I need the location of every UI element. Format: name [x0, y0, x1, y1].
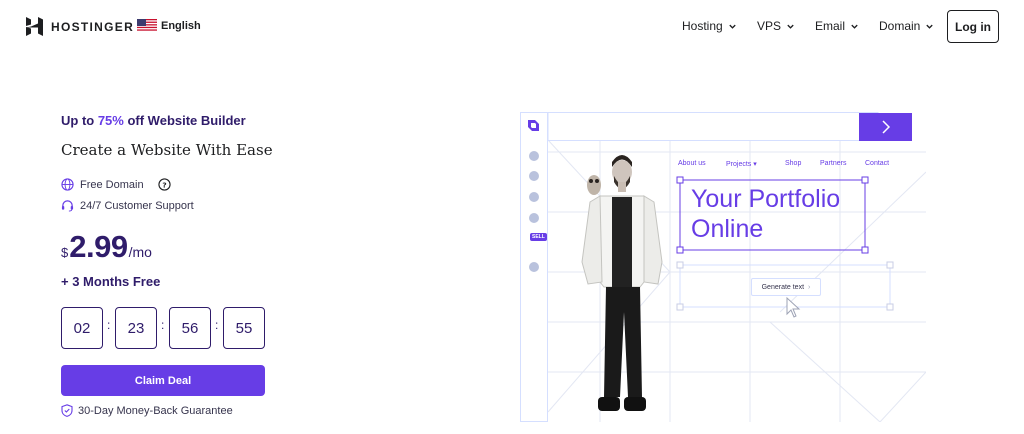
countdown-seconds: 56: [169, 307, 211, 349]
nav-item-email[interactable]: Email: [815, 19, 859, 33]
person-figure: [581, 155, 663, 411]
countdown-separator: :: [161, 318, 165, 332]
chevron-right-icon: ›: [808, 283, 811, 291]
chevron-down-icon: [926, 24, 934, 29]
promo-discount: 75%: [97, 113, 124, 128]
price-currency: $: [61, 245, 69, 260]
claim-deal-button[interactable]: Claim Deal: [61, 365, 265, 396]
globe-icon: [61, 178, 74, 191]
countdown-hours: 02: [61, 307, 103, 349]
mini-nav-shop[interactable]: Shop: [785, 160, 801, 167]
countdown-minutes: 23: [115, 307, 157, 349]
sell-badge: SELL: [530, 233, 547, 241]
mini-nav-contact[interactable]: Contact: [865, 160, 889, 167]
headset-icon: [61, 200, 74, 212]
page-subtitle: Create a Website With Ease: [61, 141, 273, 159]
nav-item-domain[interactable]: Domain: [879, 19, 934, 33]
countdown-separator: :: [215, 318, 219, 332]
mini-nav-projects[interactable]: Projects ▾: [726, 160, 757, 168]
svg-text:?: ?: [162, 180, 166, 189]
hostinger-logo-icon: [26, 17, 43, 36]
website-builder-illustration: SELL About us Projects ▾ Shop Partners C…: [520, 112, 926, 422]
layers-icon[interactable]: [529, 171, 539, 181]
price-period: /mo: [128, 244, 152, 260]
portfolio-headline: Your Portfolio Online: [691, 184, 840, 244]
palette-icon[interactable]: [529, 192, 539, 202]
hostinger-logo[interactable]: HOSTINGER: [26, 17, 134, 36]
edit-icon[interactable]: [529, 213, 539, 223]
generate-text-button[interactable]: Generate text ›: [751, 278, 821, 296]
top-navbar: HOSTINGER English Hosting VPS Email Doma…: [0, 0, 1024, 54]
chevron-down-icon: [787, 24, 794, 29]
go-button[interactable]: [859, 113, 912, 141]
generate-text-label: Generate text: [761, 283, 805, 291]
promo-prefix: Up to: [61, 113, 98, 128]
price: $ 2.99 /mo: [61, 229, 152, 265]
apps-icon[interactable]: [529, 262, 539, 272]
shield-check-icon: [61, 404, 73, 417]
nav-item-vps[interactable]: VPS: [757, 19, 795, 33]
nav-item-hosting[interactable]: Hosting: [682, 19, 737, 33]
nav-label-vps: VPS: [757, 19, 782, 33]
login-button[interactable]: Log in: [947, 10, 999, 43]
price-amount: 2.99: [69, 229, 128, 264]
feature-label: Free Domain: [80, 178, 144, 191]
money-back-guarantee: 30-Day Money-Back Guarantee: [61, 404, 233, 417]
builder-logo-icon: [528, 120, 539, 131]
promo-heading: Up to 75% off Website Builder: [61, 113, 246, 128]
feature-support: 24/7 Customer Support: [61, 199, 194, 212]
nav-label-hosting: Hosting: [682, 19, 723, 33]
nav-label-email: Email: [815, 19, 846, 33]
language-label: English: [161, 19, 201, 32]
mini-nav-about[interactable]: About us: [678, 160, 706, 167]
us-flag-icon: [137, 19, 157, 32]
feature-label: 24/7 Customer Support: [80, 199, 194, 212]
add-element-icon[interactable]: [529, 151, 539, 161]
feature-free-domain: Free Domain ?: [61, 178, 171, 191]
promo-suffix: off Website Builder: [123, 113, 246, 128]
nav-label-domain: Domain: [879, 19, 921, 33]
bonus-months: + 3 Months Free: [61, 274, 161, 289]
headline-line-2: Online: [691, 215, 764, 243]
chevron-down-icon: [851, 24, 858, 29]
countdown-separator: :: [107, 318, 111, 332]
builder-grid-frame: [520, 112, 926, 422]
countdown-fraction: 55: [223, 307, 265, 349]
mini-nav-partners[interactable]: Partners: [820, 160, 846, 167]
help-icon[interactable]: ?: [157, 178, 171, 191]
brand-name: HOSTINGER: [51, 19, 135, 34]
chevron-right-icon: [881, 120, 890, 134]
chevron-down-icon: [729, 24, 736, 29]
headline-line-1: Your Portfolio: [691, 185, 841, 213]
language-selector[interactable]: English: [137, 19, 201, 32]
guarantee-label: 30-Day Money-Back Guarantee: [78, 404, 233, 417]
